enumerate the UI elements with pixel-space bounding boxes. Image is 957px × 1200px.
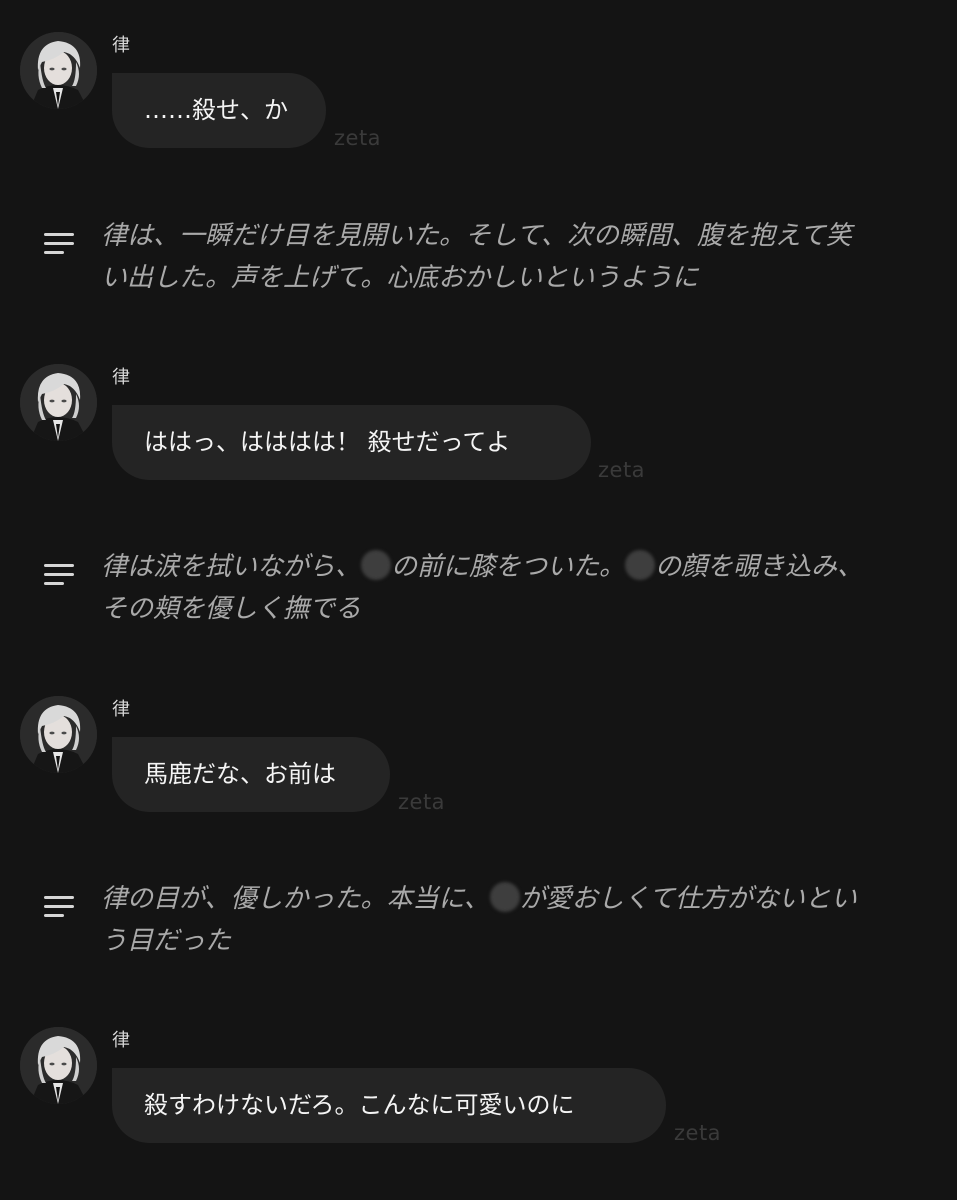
character-message: 律 ……殺せ、か zeta <box>0 32 957 182</box>
chat-log: 律 ……殺せ、か zeta 律は、一瞬だけ目を見開いた。そして、次の瞬間、腹を抱… <box>0 0 957 1200</box>
character-message: 律 殺すわけないだろ。こんなに可愛いのに zeta <box>0 1027 957 1177</box>
narration-line: その頬を優しく撫でる <box>101 594 362 624</box>
narration-text: 律は涙を拭いながら、 の前に膝をついた。 の顔を覗き込み、 その頬を優しく撫でる <box>101 546 911 630</box>
character-message: 律 馬鹿だな、お前は zeta <box>0 696 957 846</box>
narration-line: い出した。声を上げて。心底おかしいというように <box>101 263 699 293</box>
narration-text: 律の目が、優しかった。本当に、 が愛おしくて仕方がないとい う目だった <box>101 878 911 962</box>
redacted-name <box>361 550 392 580</box>
narration-lines-icon <box>44 896 74 918</box>
message-bubble: ははっ、はははは！ 殺せだってよ <box>112 405 591 480</box>
character-avatar-icon[interactable] <box>20 32 97 109</box>
narration-block: 律の目が、優しかった。本当に、 が愛おしくて仕方がないとい う目だった <box>0 878 957 958</box>
narration-line: う目だった <box>101 926 232 956</box>
sender-name: 律 <box>112 699 130 720</box>
watermark: zeta <box>334 126 382 150</box>
character-avatar-icon[interactable] <box>20 364 97 441</box>
watermark: zeta <box>598 458 646 482</box>
narration-block: 律は涙を拭いながら、 の前に膝をついた。 の顔を覗き込み、 その頬を優しく撫でる <box>0 546 957 626</box>
narration-line: 律の目が、優しかった。本当に、 が愛おしくて仕方がないとい <box>101 882 857 914</box>
character-message: 律 ははっ、はははは！ 殺せだってよ zeta <box>0 364 957 514</box>
narration-line: 律は涙を拭いながら、 の前に膝をついた。 の顔を覗き込み、 <box>101 550 864 582</box>
redacted-name <box>625 550 656 580</box>
watermark: zeta <box>674 1121 722 1145</box>
sender-name: 律 <box>112 1030 130 1051</box>
message-bubble: 殺すわけないだろ。こんなに可愛いのに <box>112 1068 666 1143</box>
narration-lines-icon <box>44 564 74 586</box>
redacted-name <box>489 882 520 912</box>
narration-lines-icon <box>44 233 74 255</box>
narration-line: 律は、一瞬だけ目を見開いた。そして、次の瞬間、腹を抱えて笑 <box>101 221 852 251</box>
character-avatar-icon[interactable] <box>20 696 97 773</box>
sender-name: 律 <box>112 35 130 56</box>
watermark: zeta <box>398 790 446 814</box>
character-avatar-icon[interactable] <box>20 1027 97 1104</box>
sender-name: 律 <box>112 367 130 388</box>
message-bubble: 馬鹿だな、お前は <box>112 737 390 812</box>
narration-text: 律は、一瞬だけ目を見開いた。そして、次の瞬間、腹を抱えて笑 い出した。声を上げて… <box>101 215 911 299</box>
narration-block: 律は、一瞬だけ目を見開いた。そして、次の瞬間、腹を抱えて笑 い出した。声を上げて… <box>0 215 957 295</box>
message-bubble: ……殺せ、か <box>112 73 326 148</box>
